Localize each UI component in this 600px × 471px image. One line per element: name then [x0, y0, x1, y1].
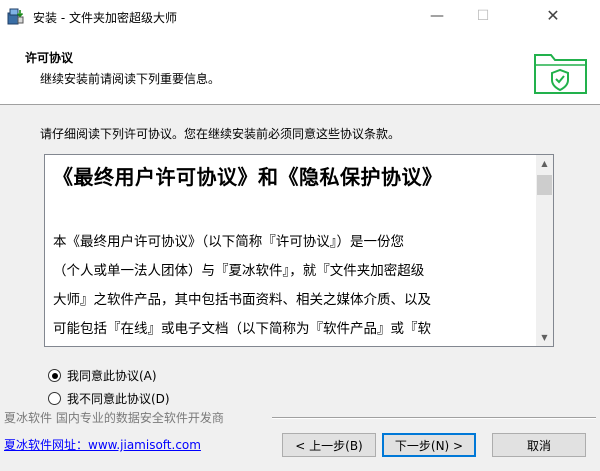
license-line: （个人或单一法人团体）与『夏冰软件』，就『文件夹加密超级 [53, 263, 425, 279]
accept-radio-label: 我同意此协议(A) [67, 369, 157, 383]
website-link[interactable]: 夏冰软件网址：www.jiamisoft.com [4, 436, 201, 453]
instruction-text: 请仔细阅读下列许可协议。您在继续安装前必须同意这些协议条款。 [40, 127, 401, 141]
next-button[interactable]: 下一步(N) > [382, 433, 476, 457]
folder-shield-icon [534, 54, 587, 94]
license-paragraph: 本《最终用户许可协议》（以下简称『许可协议』）是一份您 （个人或单一法人团体）与… [53, 228, 537, 344]
accept-radio[interactable]: 我同意此协议(A) [48, 367, 157, 384]
close-button[interactable]: ✕ [530, 0, 576, 32]
license-line: 可能包括『在线』或电子文档（以下简称为『软件产品』或『软 [53, 321, 431, 337]
license-line: 本《最终用户许可协议》（以下简称『许可协议』）是一份您 [53, 234, 404, 250]
decline-radio[interactable]: 我不同意此协议(D) [48, 390, 170, 407]
window-title: 安装 - 文件夹加密超级大师 [33, 11, 177, 25]
minimize-button[interactable]: — [414, 0, 460, 32]
page-subtitle: 继续安装前请阅读下列重要信息。 [40, 72, 221, 86]
vertical-scrollbar[interactable]: ▲ ▼ [536, 155, 553, 346]
cancel-button[interactable]: 取消 [492, 433, 586, 457]
back-button[interactable]: < 上一步(B) [282, 433, 376, 457]
scroll-down-arrow-icon[interactable]: ▼ [536, 329, 553, 346]
title-bar: 安装 - 文件夹加密超级大师 — ☐ ✕ [0, 0, 600, 33]
maximize-button[interactable]: ☐ [460, 0, 506, 32]
radio-button-unchecked[interactable] [48, 392, 61, 405]
footer-divider [272, 417, 596, 419]
decline-radio-label: 我不同意此协议(D) [67, 392, 170, 406]
scroll-up-arrow-icon[interactable]: ▲ [536, 155, 553, 172]
scrollbar-thumb[interactable] [537, 175, 552, 195]
wizard-body: 请仔细阅读下列许可协议。您在继续安装前必须同意这些协议条款。 《最终用户许可协议… [0, 105, 600, 471]
license-heading: 《最终用户许可协议》和《隐私保护协议》 [53, 165, 443, 189]
license-content: 《最终用户许可协议》和《隐私保护协议》 本《最终用户许可协议》（以下简称『许可协… [53, 155, 537, 344]
installer-app-icon [7, 8, 24, 25]
license-text-area[interactable]: 《最终用户许可协议》和《隐私保护协议》 本《最终用户许可协议》（以下简称『许可协… [44, 154, 554, 347]
license-line: 大师』之软件产品，其中包括书面资料、相关之媒体介质、以及 [53, 292, 431, 308]
radio-button-checked[interactable] [48, 369, 61, 382]
wizard-header: 许可协议 继续安装前请阅读下列重要信息。 [0, 33, 600, 105]
vendor-watermark: 夏冰软件 国内专业的数据安全软件开发商 [4, 411, 224, 425]
page-title: 许可协议 [25, 51, 74, 65]
